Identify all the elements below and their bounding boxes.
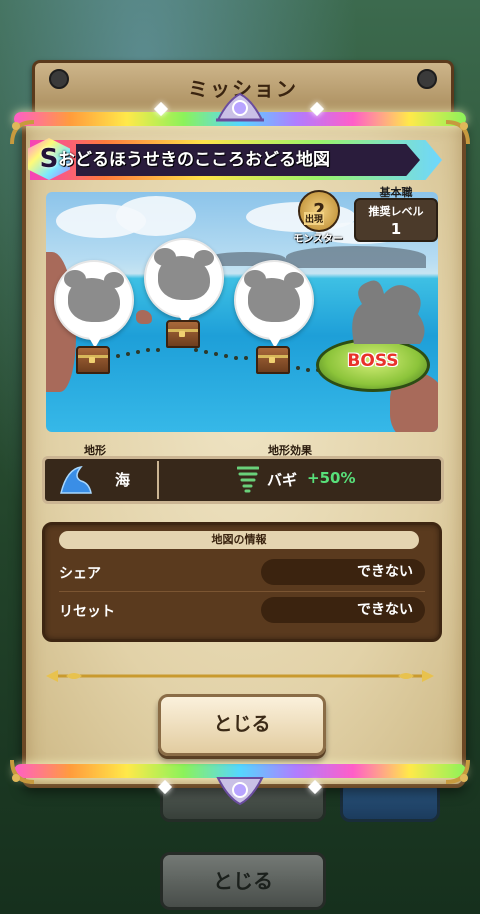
corner-ornament-icon <box>445 759 470 784</box>
terrain-name: 海 <box>115 471 131 489</box>
reset-value: できない <box>261 597 425 623</box>
map-info-box: 地図の情報 シェア できない リセット できない <box>42 522 442 642</box>
boss-label: BOSS <box>347 351 399 371</box>
unknown-monster-silhouette-icon <box>154 248 214 300</box>
appear-monster-button[interactable]: ? 出現 モンスター <box>292 190 344 245</box>
tornado-icon <box>237 466 259 493</box>
info-row-share: シェア できない <box>59 559 425 587</box>
treasure-chest-icon <box>166 320 200 348</box>
terrain-effect-name: バギ <box>267 471 298 489</box>
recommended-level-value: 1 <box>390 220 402 238</box>
boss-silhouette-icon <box>352 280 425 344</box>
terrain-headers: 地形 地形効果 <box>42 444 438 457</box>
share-value: できない <box>261 559 425 585</box>
crown-ornament-icon <box>216 777 264 806</box>
terrain-panel: 海 バギ +50% <box>42 456 444 504</box>
hidden-monster-bubble[interactable] <box>234 260 314 348</box>
info-row-reset: リセット できない <box>59 597 425 625</box>
appear-label: 出現 <box>304 212 325 225</box>
hidden-monster-bubble[interactable] <box>54 260 134 348</box>
recommended-level-label: 推奨レベル <box>368 205 424 218</box>
rank-letter: S <box>39 144 59 174</box>
map-title: おどるほうせきのこころおどる地図 <box>58 150 330 170</box>
treasure-chest-icon <box>256 346 290 374</box>
unknown-monster-silhouette-icon <box>244 270 304 322</box>
unknown-monster-silhouette-icon <box>64 270 124 322</box>
divider <box>157 461 159 499</box>
reset-label: リセット <box>59 604 115 620</box>
ornament-divider <box>46 670 434 682</box>
corner-ornament-icon <box>10 759 35 784</box>
close-button[interactable]: とじる <box>158 694 326 756</box>
share-label: シェア <box>59 566 101 582</box>
crown-ornament-icon <box>216 92 264 122</box>
background-close-button: とじる <box>160 852 326 910</box>
appear-monster-label: モンスター <box>293 234 343 245</box>
terrain-effect-value: +50% <box>307 469 356 487</box>
corner-ornament-icon <box>445 120 470 145</box>
treasure-chest-icon <box>76 346 110 374</box>
wave-icon <box>60 465 92 494</box>
divider <box>59 591 425 592</box>
recommended-level-box: 推奨レベル 1 <box>354 198 438 242</box>
map-info-heading: 地図の情報 <box>59 531 419 549</box>
question-icon: ? <box>298 190 340 232</box>
hidden-monster-bubble[interactable] <box>144 238 224 326</box>
